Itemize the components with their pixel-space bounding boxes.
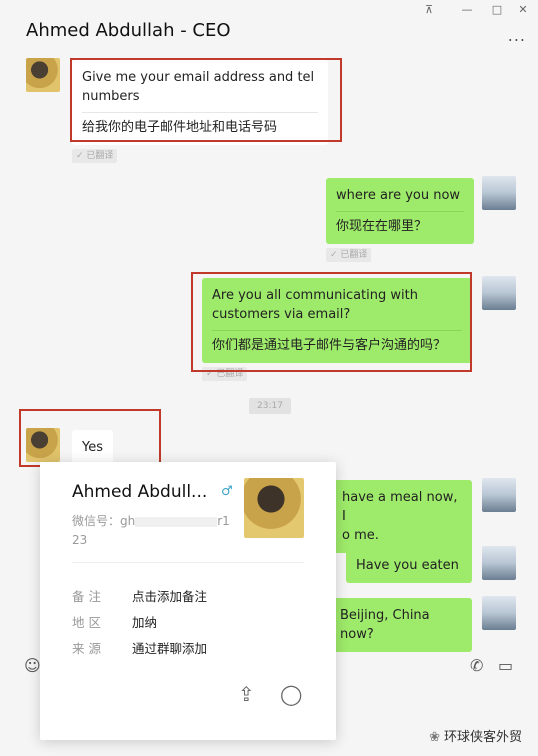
timestamp: 23:17	[249, 398, 291, 414]
row-value: 加纳	[132, 615, 158, 630]
card-divider	[72, 562, 304, 563]
message-translation: 你现在在哪里？	[336, 219, 428, 234]
message-bubble[interactable]: where are you now 你现在在哪里？	[326, 178, 474, 244]
share-icon[interactable]: ⇪	[238, 682, 255, 706]
my-avatar[interactable]	[482, 276, 516, 310]
watermark: ❀ 环球侠客外贸	[429, 726, 522, 745]
chat-header: Ahmed Abdullah - CEO ⊼ — □ ✕ ...	[0, 0, 538, 58]
add-remark-link[interactable]: 点击添加备注	[132, 589, 207, 604]
message-bubble-icon[interactable]: ◯	[280, 682, 302, 706]
translated-tag: ✓ 已翻译	[326, 248, 372, 262]
wechat-id: 微信号：gh r1 23	[72, 514, 230, 547]
my-avatar[interactable]	[482, 478, 516, 512]
message-text: Have you eaten	[356, 558, 459, 573]
highlight-box	[70, 58, 342, 142]
my-avatar[interactable]	[482, 546, 516, 580]
emoji-icon[interactable]: ☺	[24, 656, 41, 675]
watermark-text: 环球侠客外贸	[443, 730, 522, 745]
row-key: 地 区	[72, 615, 101, 630]
row-key: 备 注	[72, 589, 101, 604]
region-row: 地 区 加纳	[72, 612, 157, 631]
translated-tag: ✓ 已翻译	[72, 149, 118, 163]
message-text: have a meal now, I	[342, 490, 458, 524]
contact-profile-card: Ahmed Abdull... ♂ 微信号：gh r1 23 备 注点击添加备注 …	[40, 462, 336, 740]
male-icon: ♂	[221, 484, 233, 499]
row-key: 来 源	[72, 641, 101, 656]
row-value: 通过群聊添加	[132, 641, 208, 656]
minimize-icon[interactable]: —	[456, 2, 478, 18]
source-row: 来 源 通过群聊添加	[72, 638, 207, 657]
translation-divider	[336, 211, 464, 212]
more-options-button[interactable]: ...	[508, 26, 526, 45]
video-icon[interactable]: ▭	[498, 656, 513, 675]
my-avatar[interactable]	[482, 596, 516, 630]
message-text: Beijing, China now?	[340, 608, 430, 642]
highlight-box	[19, 409, 161, 467]
message-bubble[interactable]: Beijing, China now?	[316, 598, 472, 652]
remark-row[interactable]: 备 注 点击添加备注	[72, 586, 207, 605]
contact-name: Ahmed Abdull...	[72, 482, 208, 502]
maximize-icon[interactable]: □	[486, 2, 508, 18]
message-bubble[interactable]: have a meal now, I o me.	[316, 480, 472, 553]
my-avatar[interactable]	[482, 176, 516, 210]
message-text: o me.	[342, 528, 379, 543]
message-text: where are you now	[336, 188, 461, 203]
pin-icon[interactable]: ⊼	[418, 2, 440, 18]
chat-title: Ahmed Abdullah - CEO	[26, 20, 231, 41]
phone-icon[interactable]: ✆	[470, 656, 483, 675]
contact-avatar[interactable]	[26, 58, 60, 92]
contact-photo[interactable]	[244, 478, 304, 538]
wechat-icon: ❀	[429, 730, 440, 745]
highlight-box	[191, 272, 472, 372]
close-icon[interactable]: ✕	[512, 2, 534, 18]
message-bubble[interactable]: Have you eaten	[346, 548, 472, 583]
